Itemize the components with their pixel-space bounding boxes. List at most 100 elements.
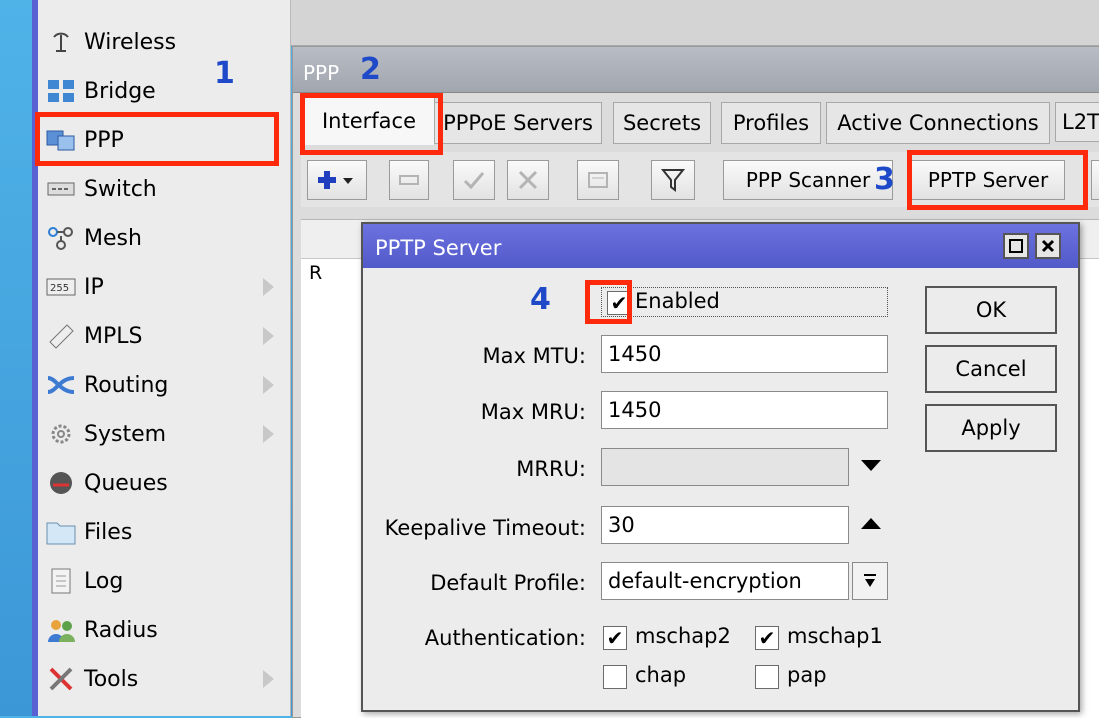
disable-button[interactable] [507, 160, 549, 200]
list-row-flag: R [309, 262, 323, 284]
sidebar-item-label: Wireless [84, 29, 177, 55]
keepalive-collapse-icon[interactable] [861, 518, 881, 529]
sidebar-item-radius[interactable]: Radius [42, 607, 288, 653]
dialog-titlebar[interactable]: PPTP Server [363, 224, 1078, 268]
keepalive-field[interactable]: 30 [601, 506, 849, 544]
max-mtu-field[interactable]: 1450 [601, 335, 888, 373]
close-icon [1041, 239, 1055, 253]
annotation-box-enabled [585, 280, 632, 324]
cancel-button[interactable]: Cancel [925, 345, 1057, 393]
ppp-scanner-button[interactable]: PPP Scanner [723, 160, 893, 200]
minus-icon [399, 175, 419, 185]
check-mark-icon: ✔ [606, 626, 624, 650]
mrru-expand-icon[interactable] [861, 460, 881, 471]
sidebar-item-label: Files [84, 519, 133, 545]
annotation-number-1: 1 [214, 56, 235, 91]
svg-text:255: 255 [50, 283, 69, 294]
sidebar-item-label: Mesh [84, 225, 142, 251]
apply-button[interactable]: Apply [925, 404, 1057, 452]
default-profile-dropdown-button[interactable] [852, 562, 888, 600]
sidebar-item-bridge[interactable]: Bridge [42, 68, 288, 114]
comment-button[interactable] [577, 160, 619, 200]
annotation-box-interface-tab [300, 93, 443, 155]
default-profile-select[interactable]: default-encryption [601, 562, 849, 600]
mrru-label: MRRU: [516, 457, 586, 481]
system-icon [46, 420, 76, 448]
tab-l2tp[interactable]: L2T [1055, 102, 1099, 142]
enabled-label: Enabled [635, 289, 720, 313]
workspace-top [291, 0, 1099, 46]
sidebar-item-system[interactable]: System [42, 411, 288, 457]
annotation-number-4: 4 [530, 282, 551, 317]
filter-button[interactable] [651, 160, 695, 200]
toolbar-overflow-button[interactable] [1091, 160, 1099, 200]
sidebar-item-label: Radius [84, 617, 158, 643]
annotation-box-ppp [35, 112, 279, 166]
sidebar-item-switch[interactable]: Switch [42, 166, 288, 212]
tab-active-connections[interactable]: Active Connections [826, 102, 1050, 144]
sidebar-item-ip[interactable]: 255 IP [42, 264, 288, 310]
sidebar-menu: Wireless Bridge PPP Switch Mesh 255 IP M… [32, 0, 291, 716]
tab-pppoe-servers[interactable]: PPPoE Servers [434, 102, 602, 144]
keepalive-label: Keepalive Timeout: [384, 516, 586, 540]
radius-icon [46, 616, 76, 644]
submenu-arrow-icon [263, 327, 274, 345]
ok-button[interactable]: OK [925, 286, 1057, 334]
sidebar-item-log[interactable]: Log [42, 558, 288, 604]
sidebar-item-label: IP [84, 274, 104, 300]
max-mru-field[interactable]: 1450 [601, 391, 888, 429]
sidebar-item-wireless[interactable]: Wireless [42, 19, 288, 65]
close-button[interactable] [1035, 233, 1061, 259]
bridge-icon [46, 77, 76, 105]
auth-mschap2-checkbox[interactable]: ✔ [603, 626, 627, 650]
default-profile-label: Default Profile: [430, 571, 586, 595]
tools-icon [46, 665, 76, 693]
cross-icon [518, 170, 538, 190]
sidebar-item-mpls[interactable]: MPLS [42, 313, 288, 359]
auth-chap-label: chap [635, 663, 687, 687]
sidebar-item-label: Tools [84, 666, 139, 692]
pptp-server-dialog: PPTP Server ✔ Enabled Max MTU: 1450 Max … [361, 222, 1080, 712]
tab-profiles[interactable]: Profiles [721, 102, 821, 144]
filter-icon [661, 169, 685, 192]
queues-icon [46, 469, 76, 497]
switch-icon [46, 175, 76, 203]
enable-button[interactable] [453, 160, 495, 200]
dialog-title: PPTP Server [375, 236, 502, 260]
sidebar-item-tools[interactable]: Tools [42, 656, 288, 702]
authentication-label: Authentication: [424, 626, 586, 650]
auth-mschap1-label: mschap1 [787, 624, 883, 648]
mesh-icon [46, 224, 76, 252]
auth-chap-checkbox[interactable] [603, 665, 627, 689]
sidebar-item-label: Bridge [84, 78, 156, 104]
plus-icon [318, 171, 353, 189]
submenu-arrow-icon [263, 425, 274, 443]
max-mtu-label: Max MTU: [482, 344, 586, 368]
mrru-field[interactable] [601, 448, 849, 486]
auth-pap-label: pap [787, 663, 827, 687]
sidebar-item-label: Log [84, 568, 124, 594]
mpls-icon [46, 322, 76, 350]
auth-pap-checkbox[interactable] [755, 665, 779, 689]
sidebar-item-label: Switch [84, 176, 157, 202]
submenu-arrow-icon [263, 278, 274, 296]
annotation-number-2: 2 [360, 52, 381, 87]
comment-icon [588, 172, 608, 188]
log-icon [46, 567, 76, 595]
sidebar-item-queues[interactable]: Queues [42, 460, 288, 506]
remove-button[interactable] [389, 160, 429, 200]
add-button[interactable] [307, 160, 367, 200]
submenu-arrow-icon [263, 376, 274, 394]
sidebar-item-mesh[interactable]: Mesh [42, 215, 288, 261]
auth-mschap2-label: mschap2 [635, 624, 731, 648]
wireless-icon [46, 28, 76, 56]
ip-icon: 255 [46, 273, 76, 301]
annotation-box-pptp-server [907, 150, 1088, 210]
maximize-icon [1009, 239, 1023, 253]
sidebar-item-label: Routing [84, 372, 169, 398]
auth-mschap1-checkbox[interactable]: ✔ [755, 626, 779, 650]
maximize-button[interactable] [1003, 233, 1029, 259]
sidebar-item-routing[interactable]: Routing [42, 362, 288, 408]
tab-secrets[interactable]: Secrets [613, 102, 711, 144]
sidebar-item-files[interactable]: Files [42, 509, 288, 555]
